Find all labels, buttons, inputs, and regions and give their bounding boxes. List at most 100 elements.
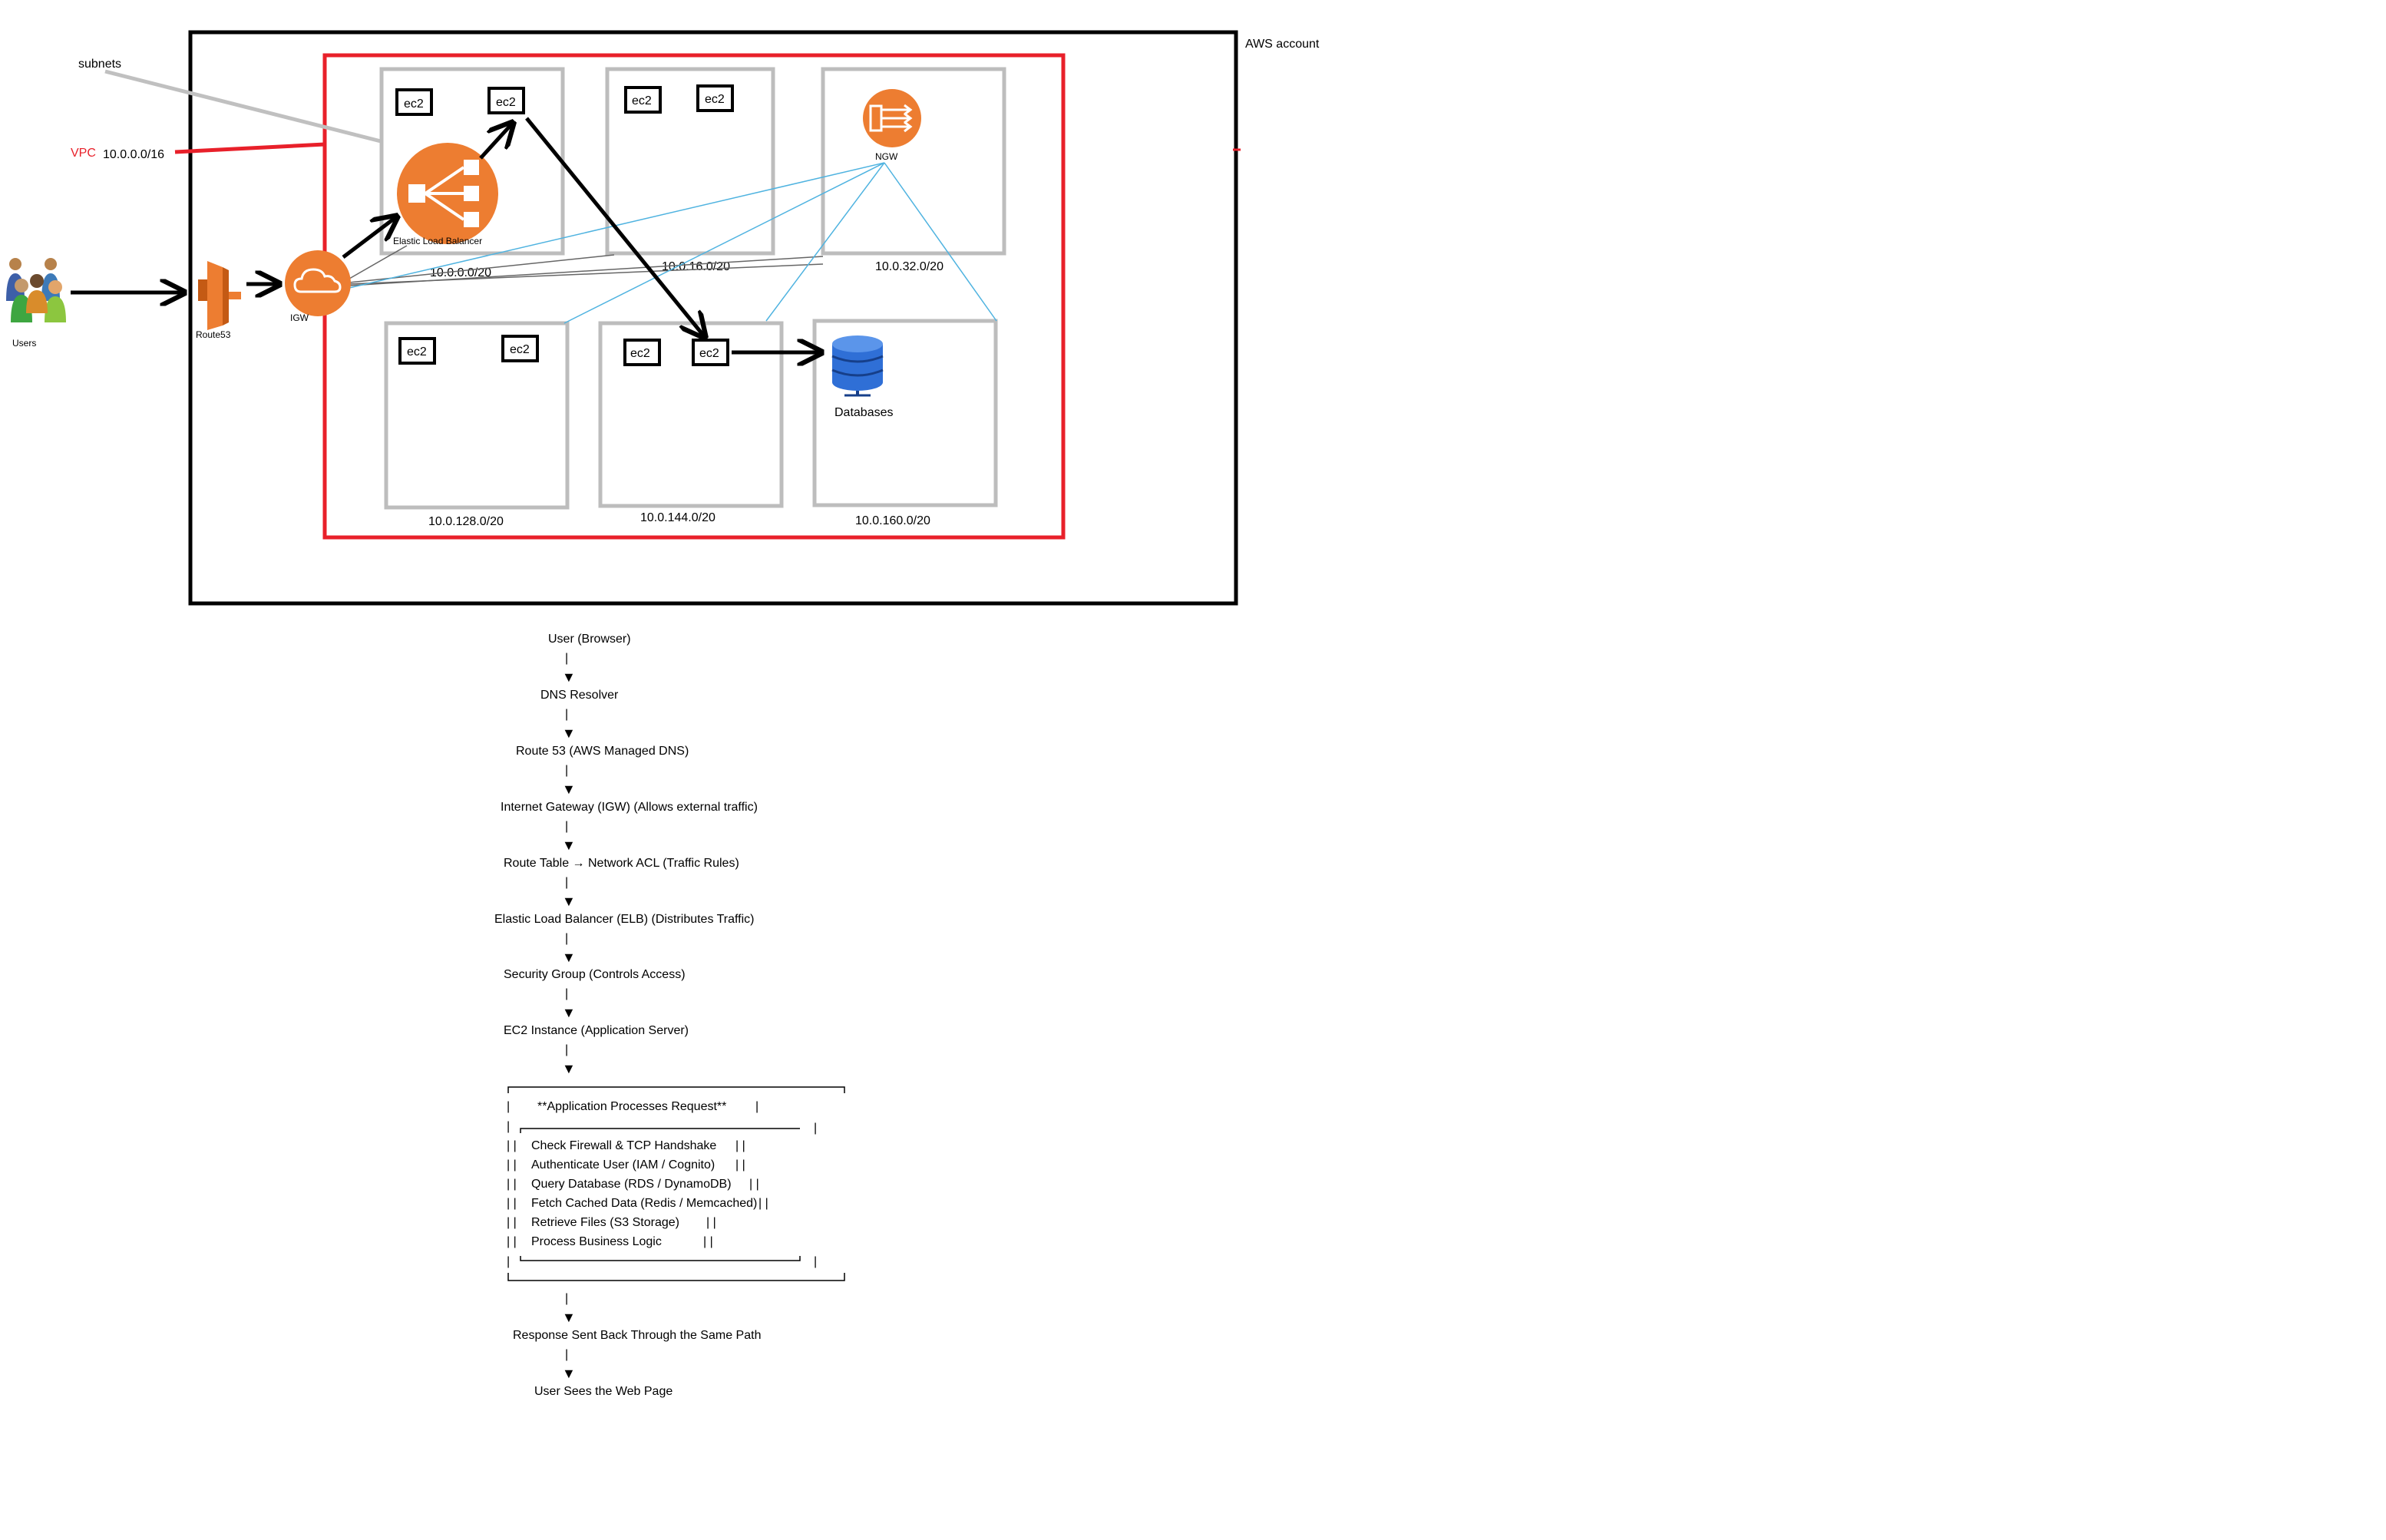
request-flow-end: | ▼ Response Sent Back Through the Same … — [513, 1292, 761, 1398]
ngw-link — [563, 162, 885, 324]
flow-arrow-down: ▼ — [562, 1366, 576, 1381]
svg-text:ec2: ec2 — [404, 97, 424, 111]
svg-text:|: | — [755, 1100, 758, 1113]
flow-connector: | — [565, 652, 568, 665]
ngw-label: NGW — [875, 151, 898, 162]
flow-connector: | — [565, 708, 568, 721]
app-process-title: **Application Processes Request** — [537, 1100, 726, 1113]
flow-arrow-down: ▼ — [562, 1310, 576, 1325]
svg-text:ec2: ec2 — [496, 96, 516, 109]
svg-text:| |: | | — [758, 1197, 768, 1210]
igw-subnet-link — [349, 245, 408, 279]
svg-text:ec2: ec2 — [630, 347, 650, 360]
svg-text:| |: | | — [749, 1178, 759, 1191]
flow-step: Internet Gateway (IGW) (Allows external … — [501, 801, 758, 814]
igw-subnet-link — [349, 263, 824, 285]
flow-step: Security Group (Controls Access) — [504, 968, 686, 981]
svg-text:ec2: ec2 — [705, 93, 725, 106]
flow-arrow-down: ▼ — [562, 669, 576, 685]
subnets-label: subnets — [78, 58, 121, 71]
svg-text:| |: | | — [507, 1235, 517, 1248]
igw-label: IGW — [290, 312, 309, 323]
route53-label: Route53 — [196, 329, 231, 340]
app-process-item: Fetch Cached Data (Redis / Memcached) — [531, 1197, 757, 1210]
svg-text:|: | — [507, 1120, 510, 1133]
svg-text:|: | — [814, 1122, 817, 1135]
flow-step: Route 53 (AWS Managed DNS) — [516, 745, 689, 758]
svg-text:|: | — [507, 1255, 510, 1268]
flow-connector: | — [565, 764, 568, 777]
users-icon — [6, 258, 66, 322]
architecture-canvas: AWS account VPC 10.0.0.0/16 subnets 10.0… — [6, 30, 1320, 1398]
svg-text:| |: | | — [507, 1178, 517, 1191]
svg-text:ec2: ec2 — [632, 94, 652, 107]
flow-step: EC2 Instance (Application Server) — [504, 1024, 689, 1037]
flow-step: User Sees the Web Page — [534, 1385, 673, 1398]
flow-step: Elastic Load Balancer (ELB) (Distributes… — [494, 913, 755, 926]
ec2-to-private-ec2-arrow — [525, 117, 705, 337]
flow-arrow-down: ▼ — [562, 1005, 576, 1020]
ec2-instance: ec2 — [398, 337, 436, 365]
flow-step: Response Sent Back Through the Same Path — [513, 1329, 761, 1342]
svg-text:ec2: ec2 — [510, 343, 530, 356]
flow-connector: | — [565, 1043, 568, 1056]
svg-text:| |: | | — [706, 1216, 716, 1229]
flow-arrow-down: ▼ — [562, 1061, 576, 1076]
flow-arrow-down: ▼ — [562, 725, 576, 741]
ec2-instance: ec2 — [623, 339, 661, 366]
svg-text:|: | — [814, 1255, 817, 1268]
app-process-item: Process Business Logic — [531, 1235, 662, 1248]
svg-text:ec2: ec2 — [407, 345, 427, 359]
flow-arrow-down: ▼ — [562, 838, 576, 853]
svg-text:| |: | | — [735, 1158, 745, 1172]
svg-text:| |: | | — [703, 1235, 713, 1248]
flow-arrow-down: ▼ — [562, 894, 576, 909]
igw-icon — [285, 250, 351, 316]
flow-connector: | — [565, 987, 568, 1000]
request-flow: User (Browser) | ▼ DNS Resolver | ▼ Rout… — [494, 633, 758, 1076]
svg-text:| |: | | — [735, 1139, 745, 1152]
app-process-item: Check Firewall & TCP Handshake — [531, 1139, 716, 1152]
subnet-cidr: 10.0.128.0/20 — [428, 515, 504, 528]
app-process-item: Retrieve Files (S3 Storage) — [531, 1216, 679, 1229]
svg-text:ec2: ec2 — [699, 347, 719, 360]
aws-account-label: AWS account — [1245, 38, 1320, 51]
svg-text:| |: | | — [507, 1139, 517, 1152]
flow-connector: | — [565, 876, 568, 889]
flow-step: Route Table → Network ACL (Traffic Rules… — [504, 857, 739, 870]
vpc-cidr: 10.0.0.0/16 — [103, 148, 164, 161]
flow-arrow-down: ▼ — [562, 782, 576, 797]
ec2-instance: ec2 — [624, 86, 662, 114]
ngw-link — [884, 162, 997, 322]
subnet-cidr: 10.0.160.0/20 — [855, 514, 930, 527]
app-process-item: Query Database (RDS / DynamoDB) — [531, 1178, 732, 1191]
subnet-cidr: 10.0.32.0/20 — [875, 260, 943, 273]
ec2-instance: ec2 — [692, 339, 729, 366]
elb-label: Elastic Load Balancer — [393, 236, 482, 246]
flow-arrow-down: ▼ — [562, 950, 576, 965]
subnet-cidr: 10.0.144.0/20 — [640, 511, 715, 524]
svg-text:| |: | | — [507, 1216, 517, 1229]
vpc-boundary — [322, 53, 1066, 540]
flow-step: DNS Resolver — [540, 689, 619, 702]
route53-icon — [198, 261, 241, 330]
flow-step: User (Browser) — [548, 633, 631, 646]
ec2-instance: ec2 — [501, 335, 539, 362]
ec2-instance: ec2 — [487, 87, 525, 114]
database-icon — [831, 335, 884, 397]
svg-text:| |: | | — [507, 1197, 517, 1210]
flow-connector: | — [565, 1292, 568, 1305]
svg-text:| |: | | — [507, 1158, 517, 1172]
app-process-item: Authenticate User (IAM / Cognito) — [531, 1158, 715, 1172]
users-label: Users — [12, 338, 36, 349]
ec2-instance: ec2 — [395, 88, 433, 116]
igw-to-elb-arrow — [342, 216, 397, 259]
subnet-box — [821, 67, 1006, 256]
flow-connector: | — [565, 1348, 568, 1361]
flow-connector: | — [565, 820, 568, 833]
flow-connector: | — [565, 932, 568, 945]
elb-to-ec2-arrow — [479, 123, 513, 160]
ec2-instance: ec2 — [696, 84, 734, 112]
vpc-label: VPC — [71, 147, 96, 160]
databases-label: Databases — [834, 406, 894, 419]
